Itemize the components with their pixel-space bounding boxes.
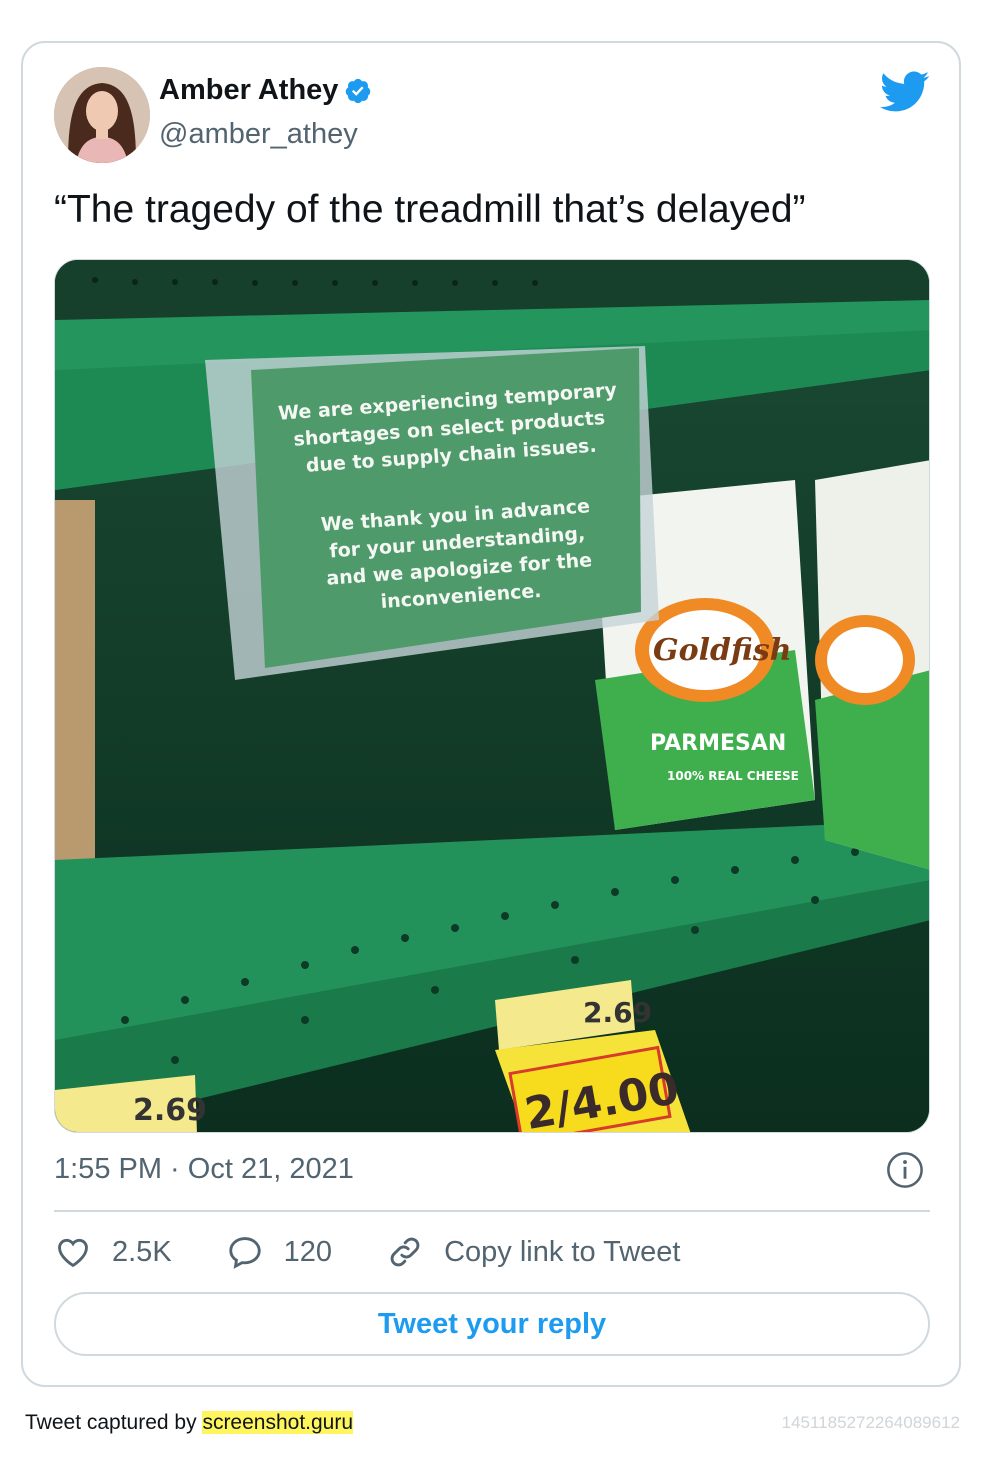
twitter-bird-icon[interactable] [880, 70, 930, 114]
author-name-row[interactable]: Amber Athey [159, 74, 372, 107]
tweet-actions: 2.5K 120 Copy link to Tweet [54, 1230, 734, 1274]
heart-icon [58, 1238, 88, 1268]
reply-count: 120 [283, 1235, 333, 1268]
tweet-timestamp[interactable]: 1:55 PM · Oct 21, 2021 [54, 1153, 354, 1186]
tweet-photo[interactable]: Goldfish PARMESAN 100% REAL CHEESE We ar… [54, 259, 930, 1133]
copy-link-label: Copy link to Tweet [444, 1235, 681, 1268]
like-count: 2.5K [112, 1235, 172, 1268]
captured-by-label: Tweet captured by [25, 1411, 203, 1434]
price-tag-1: 2.69 [133, 1093, 207, 1128]
verified-badge-icon [346, 78, 371, 103]
tweet-reply-button[interactable]: Tweet your reply [54, 1292, 930, 1356]
price-tag-2: 2.69 [583, 996, 652, 1029]
screenshot-guru-link[interactable]: screenshot.guru [202, 1411, 354, 1434]
tweet-text: “The tragedy of the treadmill that’s del… [54, 188, 806, 231]
author-name[interactable]: Amber Athey [159, 74, 338, 107]
link-icon [390, 1237, 420, 1267]
tweet-id: 1451185272264089612 [781, 1413, 960, 1432]
product-brand: Goldfish [653, 633, 792, 668]
divider [54, 1210, 930, 1212]
avatar[interactable] [54, 67, 150, 163]
product-tag: 100% REAL CHEESE [667, 769, 799, 783]
footer-caption: Tweet captured by screenshot.guru [25, 1411, 354, 1435]
reply-count-button[interactable]: 120 [226, 1233, 332, 1271]
author-handle[interactable]: @amber_athey [159, 118, 358, 151]
info-icon[interactable] [886, 1151, 924, 1189]
comment-icon [228, 1237, 261, 1269]
copy-link-button[interactable]: Copy link to Tweet [386, 1233, 680, 1271]
product-flavor: PARMESAN [650, 731, 786, 756]
like-button[interactable]: 2.5K [54, 1233, 172, 1271]
